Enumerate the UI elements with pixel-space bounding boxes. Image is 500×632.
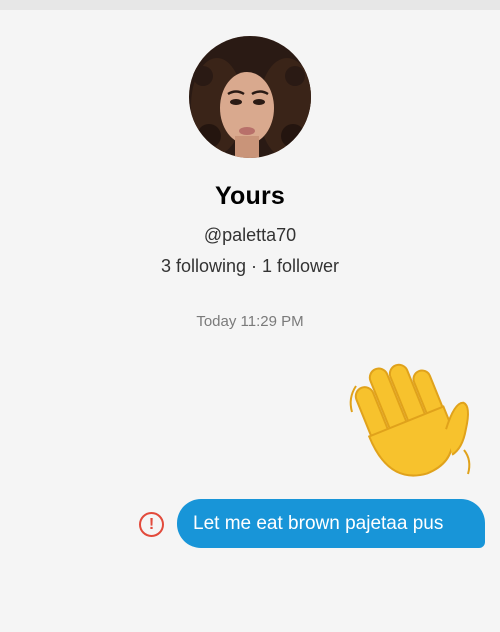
- avatar[interactable]: [189, 36, 311, 158]
- message-timestamp: Today 11:29 PM: [196, 313, 304, 330]
- top-bar: [0, 0, 500, 10]
- error-icon[interactable]: !: [139, 512, 164, 537]
- message-bubble[interactable]: Let me eat brown pajetaa pus: [177, 499, 485, 548]
- profile-name: Yours: [215, 182, 285, 210]
- profile-handle: @paletta70: [203, 225, 297, 245]
- message-text: Let me eat brown pajetaa pus: [193, 512, 444, 534]
- waving-hand-icon[interactable]: [340, 350, 480, 490]
- profile-stats: 3 following · 1 follower: [160, 256, 340, 276]
